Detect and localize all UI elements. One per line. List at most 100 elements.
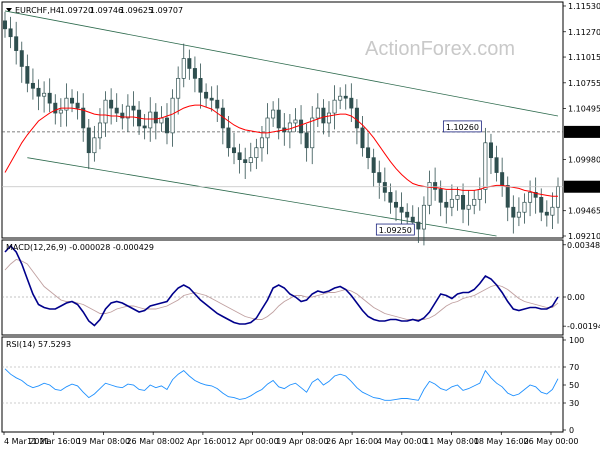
candle-body xyxy=(522,201,527,213)
candle-body xyxy=(181,58,186,79)
candle-body xyxy=(53,102,58,114)
candle-body xyxy=(410,216,415,223)
price-tick-label: 1.11530 xyxy=(568,2,600,11)
candle-body xyxy=(444,201,449,208)
candle-body xyxy=(30,82,35,89)
candle-body xyxy=(477,189,482,200)
candle-body xyxy=(449,198,454,208)
candle-body xyxy=(304,132,309,149)
candle-body xyxy=(310,117,315,149)
candle-body xyxy=(142,125,147,129)
candle-body xyxy=(114,107,119,114)
candle-body xyxy=(511,206,516,218)
candle-body xyxy=(388,192,393,203)
candle-body xyxy=(472,198,477,206)
x-tick-label: 26 May 00:00 xyxy=(524,437,579,446)
candle-body xyxy=(103,99,108,124)
close-value: 1.09707 xyxy=(150,6,183,15)
x-tick-label: 11 May 08:00 xyxy=(424,437,479,446)
x-tick-label: 11 Mar 16:00 xyxy=(27,437,80,446)
candle-body xyxy=(131,105,136,111)
current-price-tick: 1.09707 xyxy=(567,183,600,192)
candle-body xyxy=(271,109,276,119)
candle-body xyxy=(164,117,169,134)
candle-body xyxy=(366,147,371,159)
x-tick-label: 12 Apr 00:00 xyxy=(227,437,279,446)
candle-body xyxy=(332,99,337,114)
candle-body xyxy=(343,95,348,99)
candle-body xyxy=(539,196,544,213)
candle-body xyxy=(25,66,30,84)
candle-body xyxy=(192,68,197,79)
low-value: 1.09625 xyxy=(120,6,153,15)
candle-body xyxy=(399,206,404,213)
candle-body xyxy=(500,172,505,186)
candle-body xyxy=(494,157,499,173)
candle-body xyxy=(461,195,466,210)
candle-body xyxy=(528,192,533,203)
candle-body xyxy=(92,137,97,154)
candle-body xyxy=(321,107,326,124)
macd-tick-label: 0.003481 xyxy=(567,241,600,250)
rsi-tick-label: 30 xyxy=(569,399,579,408)
eurchf-chart: ActionForex.com EURCHF,H4 1.09720 1.0974… xyxy=(0,0,600,450)
candle-body xyxy=(394,201,399,208)
rsi-tick-label: 50 xyxy=(569,381,579,390)
price-annotation-label: 1.10260 xyxy=(446,123,479,132)
candle-body xyxy=(8,28,13,38)
candle-body xyxy=(81,107,86,129)
candle-body xyxy=(109,99,114,109)
watermark: ActionForex.com xyxy=(365,38,515,60)
candle-body xyxy=(19,50,24,67)
candle-body xyxy=(36,87,41,97)
rsi-tick-label: 0 xyxy=(569,426,574,435)
x-tick-label: 19 Mar 08:00 xyxy=(77,437,130,446)
candle-body xyxy=(198,78,203,93)
candle-body xyxy=(153,111,158,124)
level-price-tick: 1.10260 xyxy=(567,128,600,137)
x-tick-label: 2 Apr 16:00 xyxy=(179,437,226,446)
macd-title: MACD(12,26,9) -0.000028 -0.000429 xyxy=(6,243,154,252)
candle-body xyxy=(42,92,47,97)
candle-body xyxy=(209,97,214,101)
candle-body xyxy=(516,211,521,218)
high-value: 1.09746 xyxy=(90,6,123,15)
x-tick-label: 26 Mar 08:00 xyxy=(126,437,179,446)
open-value: 1.09720 xyxy=(60,6,93,15)
candle-body xyxy=(505,185,510,208)
candle-body xyxy=(243,159,248,163)
candle-body xyxy=(466,204,471,210)
candle-body xyxy=(382,182,387,193)
candle-body xyxy=(427,182,432,206)
price-tick-label: 1.09210 xyxy=(568,232,600,241)
price-tick-label: 1.09980 xyxy=(568,156,600,165)
candle-body xyxy=(176,78,181,99)
candle-body xyxy=(360,127,365,149)
candle-body xyxy=(416,221,421,230)
candle-body xyxy=(550,206,555,216)
rsi-title: RSI(14) 57.5293 xyxy=(6,340,71,349)
candle-body xyxy=(433,182,438,190)
candle-body xyxy=(349,97,354,109)
x-tick-label: 19 Apr 08:00 xyxy=(276,437,328,446)
candle-body xyxy=(265,117,270,139)
candle-body xyxy=(204,91,209,99)
candle-body xyxy=(58,109,63,114)
candle-body xyxy=(421,204,426,230)
candle-body xyxy=(237,152,242,161)
candle-body xyxy=(75,102,80,109)
candle-body xyxy=(276,109,281,129)
price-tick-label: 1.11270 xyxy=(568,28,600,37)
x-tick-label: 4 May 00:00 xyxy=(377,437,427,446)
candle-body xyxy=(86,127,91,154)
candle-body xyxy=(215,99,220,109)
rsi-tick-label: 70 xyxy=(569,363,579,372)
candle-body xyxy=(371,157,376,173)
price-tick-label: 1.09465 xyxy=(568,207,600,216)
candle-body xyxy=(354,107,359,129)
candle-body xyxy=(483,142,488,190)
candle-body xyxy=(232,147,237,154)
rsi-tick-label: 100 xyxy=(569,336,584,345)
candle-body xyxy=(14,36,19,51)
candle-body xyxy=(254,147,259,159)
